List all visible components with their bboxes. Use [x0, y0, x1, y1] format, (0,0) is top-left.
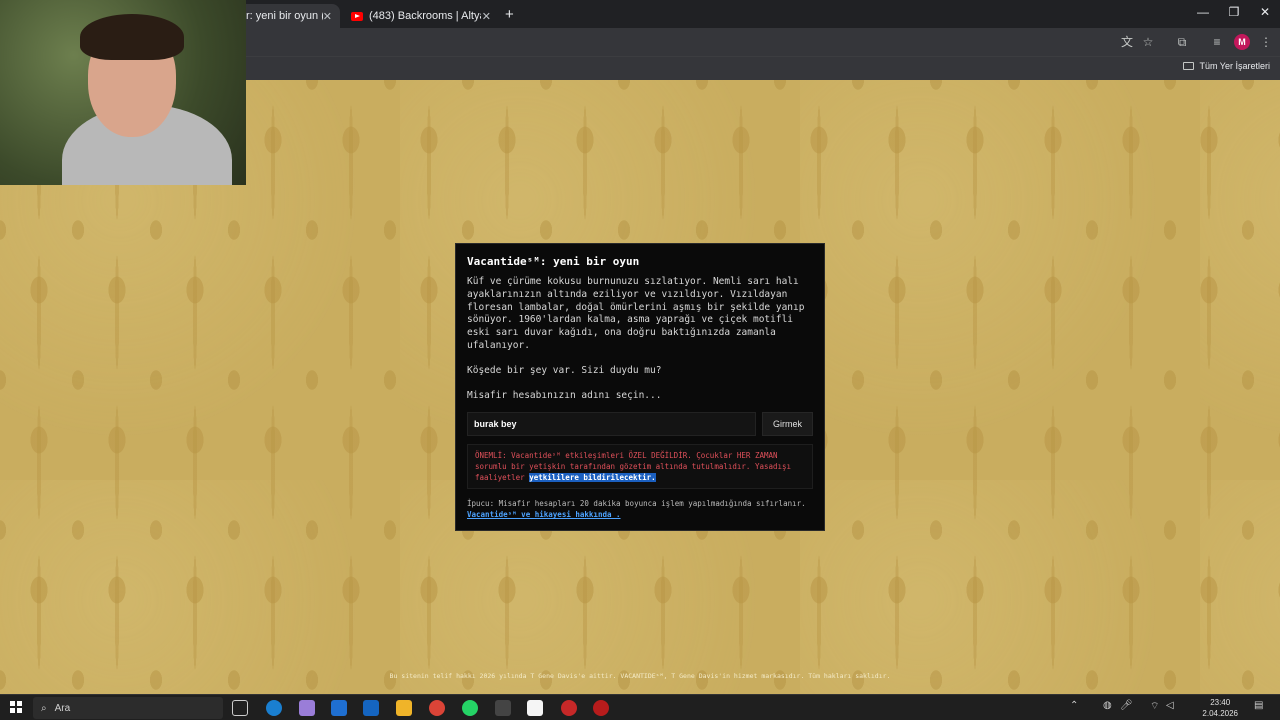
- tab-label: (483) Backrooms | Altyazılı Frag: [369, 10, 481, 22]
- name-form: Girmek: [467, 412, 813, 437]
- copyright-footer: Bu sitenin telif hakkı 2026 yılında T Ge…: [389, 672, 891, 680]
- close-icon[interactable]: ✕: [482, 10, 491, 23]
- hair-shape: [80, 14, 184, 60]
- notion-icon[interactable]: [527, 700, 543, 716]
- edge-icon[interactable]: [266, 700, 282, 716]
- search-icon: ⌕: [41, 702, 47, 714]
- close-icon[interactable]: ✕: [323, 10, 332, 23]
- profile-avatar[interactable]: M: [1234, 34, 1250, 50]
- obs-icon[interactable]: [593, 700, 609, 716]
- whatsapp-icon[interactable]: [462, 700, 478, 716]
- snipping-tool-icon[interactable]: [299, 700, 315, 716]
- clock[interactable]: 23:40 2.04.2026: [1202, 697, 1238, 719]
- new-tab-icon[interactable]: +: [505, 6, 514, 23]
- all-bookmarks-label: Tüm Yer İşaretleri: [1199, 61, 1270, 71]
- login-dialog: Vacantideˢᴹ: yeni bir oyun Küf ve çürüme…: [455, 243, 825, 531]
- restore-icon[interactable]: ❐: [1219, 5, 1249, 19]
- tab-label: r: yeni bir oyun (vaca: [246, 10, 323, 22]
- warning-highlighted-text: yetkililere bildirilecektir.: [529, 473, 656, 483]
- microphone-icon[interactable]: 🎤︎: [1120, 700, 1133, 711]
- bookmark-star-icon[interactable]: ☆: [1140, 34, 1156, 50]
- clock-time: 23:40: [1210, 698, 1231, 707]
- menu-kebab-icon[interactable]: ⋮: [1258, 34, 1274, 50]
- translate-icon[interactable]: 文: [1119, 34, 1135, 50]
- network-icon[interactable]: ◍: [1103, 700, 1112, 711]
- enter-button[interactable]: Girmek: [761, 412, 813, 437]
- taskbar: ⌕ Ara ⌃ ◍ 🎤︎ ⌔ ◁ 23:40 2.04.2026 ▤: [0, 694, 1280, 720]
- search-label: Ara: [54, 702, 71, 714]
- extensions-icon[interactable]: ⧉: [1174, 34, 1190, 50]
- app-k-icon[interactable]: [495, 700, 511, 716]
- question-text: Köşede bir şey var. Sizi duydu mu?: [467, 364, 662, 376]
- task-view-icon[interactable]: [232, 700, 248, 716]
- guest-name-input[interactable]: [467, 412, 756, 437]
- volume-icon[interactable]: ◁: [1166, 700, 1174, 711]
- notifications-icon[interactable]: ▤: [1254, 700, 1263, 711]
- wifi-icon[interactable]: ⌔: [1150, 700, 1159, 713]
- folder-icon: [1183, 62, 1195, 70]
- outlook-icon[interactable]: [363, 700, 379, 716]
- chrome-profile-icon[interactable]: [561, 700, 577, 716]
- store-icon[interactable]: [331, 700, 347, 716]
- name-prompt: Misafir hesabınızın adını seçin...: [467, 389, 662, 401]
- chrome-icon[interactable]: [429, 700, 445, 716]
- tray-expand-icon[interactable]: ⌃: [1070, 700, 1078, 711]
- file-explorer-icon[interactable]: [396, 700, 412, 716]
- taskbar-search[interactable]: ⌕ Ara: [33, 697, 223, 719]
- intro-text: Küf ve çürüme kokusu burnunuzu sızlatıyo…: [467, 276, 805, 351]
- windows-start-icon[interactable]: [10, 701, 22, 713]
- clock-date: 2.04.2026: [1202, 709, 1238, 718]
- close-window-icon[interactable]: ✕: [1250, 5, 1280, 19]
- dialog-title: Vacantideˢᴹ: yeni bir oyun: [467, 255, 640, 268]
- tip-text: İpucu: Misafir hesapları 20 dakika boyun…: [467, 499, 806, 509]
- tab-vacantide[interactable]: r: yeni bir oyun (vaca ✕: [238, 4, 340, 28]
- minimize-icon[interactable]: —: [1188, 5, 1218, 19]
- youtube-icon: [351, 11, 363, 21]
- all-bookmarks-button[interactable]: Tüm Yer İşaretleri: [1183, 61, 1270, 71]
- tab-youtube[interactable]: (483) Backrooms | Altyazılı Frag ✕: [343, 4, 499, 28]
- warning-box: ÖNEMLİ: Vacantideˢᴹ etkileşimleri ÖZEL D…: [467, 444, 813, 490]
- media-control-icon[interactable]: ≡: [1209, 34, 1225, 50]
- webcam-overlay: [0, 0, 246, 185]
- about-link[interactable]: Vacantideˢᴹ ve hikayesi hakkında .: [467, 510, 813, 519]
